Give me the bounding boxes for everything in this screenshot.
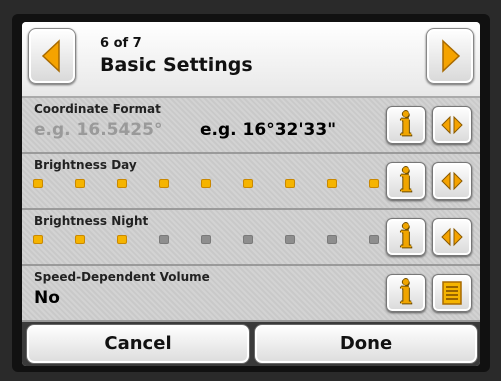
toggle-button[interactable]: [432, 162, 472, 200]
level-segment: [76, 236, 84, 243]
toggle-button[interactable]: [432, 218, 472, 256]
toggle-arrows-icon: [441, 227, 463, 247]
level-segment: [370, 180, 378, 187]
setting-label: Brightness Night: [34, 214, 149, 228]
setting-label: Brightness Day: [34, 158, 137, 172]
footer: Cancel Done: [22, 322, 480, 366]
info-button[interactable]: i: [386, 273, 426, 312]
level-segment: [202, 180, 210, 187]
setting-value: No: [34, 288, 60, 308]
setting-row-brightness-night: Brightness Night i: [22, 210, 480, 266]
brightness-day-slider[interactable]: [34, 180, 378, 190]
level-segment: [202, 236, 210, 243]
level-segment: [286, 180, 294, 187]
setting-row-brightness-day: Brightness Day i: [22, 154, 480, 210]
toggle-button[interactable]: [432, 106, 472, 144]
level-segment: [160, 236, 168, 243]
level-segment: [34, 236, 42, 243]
toggle-arrows-icon: [441, 171, 463, 191]
list-button[interactable]: [432, 274, 472, 312]
info-button[interactable]: i: [386, 217, 426, 256]
coordinate-option-dms: e.g. 16°32'33": [200, 120, 337, 140]
info-icon: i: [399, 217, 413, 255]
level-segment: [328, 180, 336, 187]
toggle-arrows-icon: [441, 115, 463, 135]
page-counter: 6 of 7: [100, 36, 142, 51]
level-segment: [76, 180, 84, 187]
page-title: Basic Settings: [100, 54, 253, 76]
brightness-night-slider[interactable]: [34, 236, 378, 246]
list-icon: [442, 281, 462, 305]
arrow-left-icon: [41, 39, 60, 73]
level-segment: [286, 236, 294, 243]
info-icon: i: [399, 105, 413, 143]
level-segment: [160, 180, 168, 187]
setting-label: Coordinate Format: [34, 102, 161, 116]
arrow-right-icon: [442, 39, 461, 73]
info-button[interactable]: i: [386, 161, 426, 200]
done-button[interactable]: Done: [254, 324, 478, 364]
level-segment: [244, 180, 252, 187]
level-segment: [34, 180, 42, 187]
info-button[interactable]: i: [386, 105, 426, 144]
setting-row-coordinate-format: Coordinate Format e.g. 16.5425° e.g. 16°…: [22, 98, 480, 154]
level-segment: [328, 236, 336, 243]
next-page-button[interactable]: [426, 28, 474, 84]
level-segment: [118, 180, 126, 187]
previous-page-button[interactable]: [28, 28, 76, 84]
level-segment: [370, 236, 378, 243]
setting-row-speed-dependent-volume: Speed-Dependent Volume No i: [22, 266, 480, 322]
cancel-button[interactable]: Cancel: [26, 324, 250, 364]
level-segment: [244, 236, 252, 243]
header: 6 of 7 Basic Settings: [22, 22, 480, 98]
info-icon: i: [399, 161, 413, 199]
level-segment: [118, 236, 126, 243]
coordinate-option-decimal: e.g. 16.5425°: [34, 120, 163, 140]
settings-screen: 6 of 7 Basic Settings Coordinate Format …: [22, 22, 480, 366]
setting-label: Speed-Dependent Volume: [34, 270, 210, 284]
info-icon: i: [399, 273, 413, 311]
